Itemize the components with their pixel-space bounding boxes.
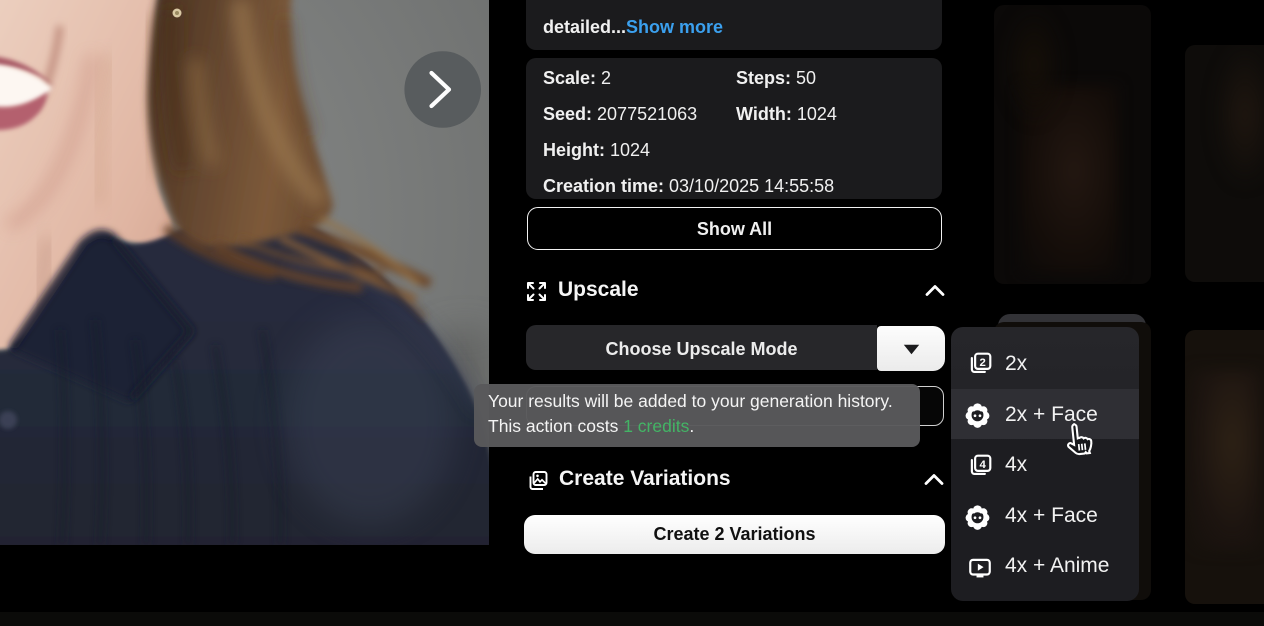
svg-text:2: 2 [980,357,986,369]
svg-text:4: 4 [980,459,987,471]
